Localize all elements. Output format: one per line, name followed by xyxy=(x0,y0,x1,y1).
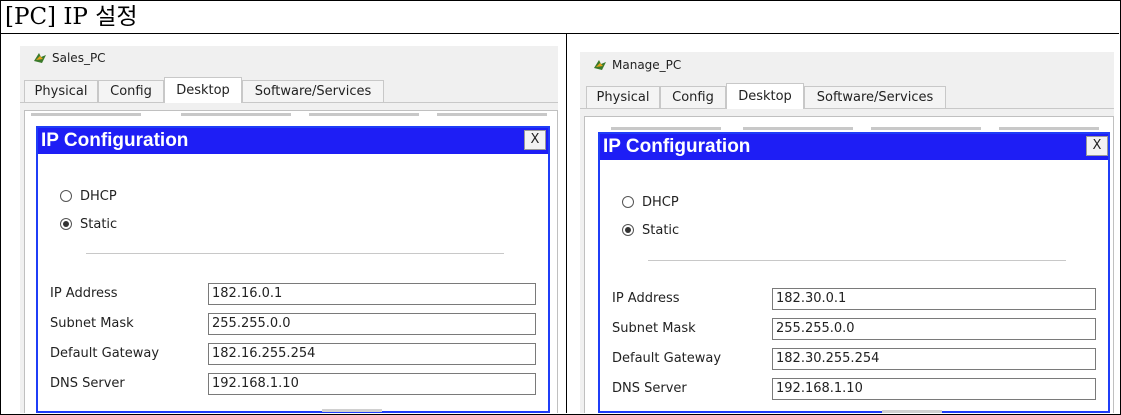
default-gateway-input[interactable]: 182.16.255.254 xyxy=(208,343,536,365)
static-label: Static xyxy=(80,217,118,232)
tab-software-services[interactable]: Software/Services xyxy=(242,80,384,102)
ip-configuration-dialog: IP Configuration X DHCP Static IP Addres… xyxy=(598,132,1110,413)
window-title: Sales_PC xyxy=(52,51,106,65)
dhcp-label: DHCP xyxy=(642,195,679,210)
tab-bar: Physical Config Desktop Software/Service… xyxy=(580,82,1114,109)
dns-server-label: DNS Server xyxy=(612,381,687,396)
tab-desktop[interactable]: Desktop xyxy=(726,83,804,109)
dhcp-label: DHCP xyxy=(80,189,117,204)
default-gateway-label: Default Gateway xyxy=(50,346,160,361)
dialog-title: IP Configuration xyxy=(603,136,751,157)
ip-address-input[interactable]: 182.16.0.1 xyxy=(208,283,536,305)
tab-physical[interactable]: Physical xyxy=(586,86,660,108)
ip-configuration-dialog: IP Configuration X DHCP Static IP Addres… xyxy=(36,126,550,413)
dialog-header: IP Configuration xyxy=(38,128,548,154)
static-radio-icon[interactable] xyxy=(60,218,72,230)
tab-desktop[interactable]: Desktop xyxy=(164,77,242,103)
desktop-app-strip xyxy=(871,127,981,130)
static-radio-icon[interactable] xyxy=(622,224,634,236)
dialog-bottom-strip xyxy=(882,410,942,413)
default-gateway-input[interactable]: 182.30.255.254 xyxy=(772,348,1096,370)
subnet-mask-input[interactable]: 255.255.0.0 xyxy=(772,318,1096,340)
separator xyxy=(86,253,504,254)
default-gateway-label: Default Gateway xyxy=(612,351,722,366)
dns-server-label: DNS Server xyxy=(50,376,125,391)
ip-address-input[interactable]: 182.30.0.1 xyxy=(772,288,1096,310)
subnet-mask-input[interactable]: 255.255.0.0 xyxy=(208,313,536,335)
dhcp-radio-icon[interactable] xyxy=(622,196,634,208)
desktop-app-strip xyxy=(181,113,291,116)
dns-server-input[interactable]: 192.168.1.10 xyxy=(208,373,536,395)
packet-tracer-pc-icon xyxy=(34,53,46,63)
subnet-mask-label: Subnet Mask xyxy=(50,316,134,331)
sales-pc-window: Sales_PC Physical Config Desktop Softwar… xyxy=(20,46,558,413)
close-button[interactable]: X xyxy=(1086,136,1108,156)
close-button[interactable]: X xyxy=(524,130,546,150)
desktop-app-strip xyxy=(999,127,1099,130)
dialog-bottom-strip xyxy=(322,409,382,412)
separator xyxy=(648,260,1066,261)
desktop-app-strip xyxy=(743,127,853,130)
ip-address-label: IP Address xyxy=(612,291,680,306)
subnet-mask-label: Subnet Mask xyxy=(612,321,696,336)
document-title-row: [PC] IP 설정 xyxy=(0,0,1119,34)
document-title: [PC] IP 설정 xyxy=(5,4,138,30)
desktop-app-strip xyxy=(611,127,721,130)
desktop-app-strip xyxy=(309,113,419,116)
tab-bar: Physical Config Desktop Software/Service… xyxy=(20,76,558,103)
ip-address-label: IP Address xyxy=(50,286,118,301)
tab-software-services[interactable]: Software/Services xyxy=(804,86,946,108)
packet-tracer-pc-icon xyxy=(594,60,606,70)
dns-server-input[interactable]: 192.168.1.10 xyxy=(772,378,1096,400)
tab-config[interactable]: Config xyxy=(98,80,164,102)
desktop-app-strip xyxy=(31,113,141,116)
column-divider xyxy=(566,34,567,413)
window-title: Manage_PC xyxy=(612,58,682,72)
desktop-app-strip xyxy=(437,113,547,116)
manage-pc-window: Manage_PC Physical Config Desktop Softwa… xyxy=(580,52,1114,413)
tab-config[interactable]: Config xyxy=(660,86,726,108)
tab-physical[interactable]: Physical xyxy=(24,80,98,102)
dialog-header: IP Configuration xyxy=(600,134,1108,160)
dialog-title: IP Configuration xyxy=(41,130,189,151)
static-label: Static xyxy=(642,223,680,238)
dhcp-radio-icon[interactable] xyxy=(60,190,72,202)
